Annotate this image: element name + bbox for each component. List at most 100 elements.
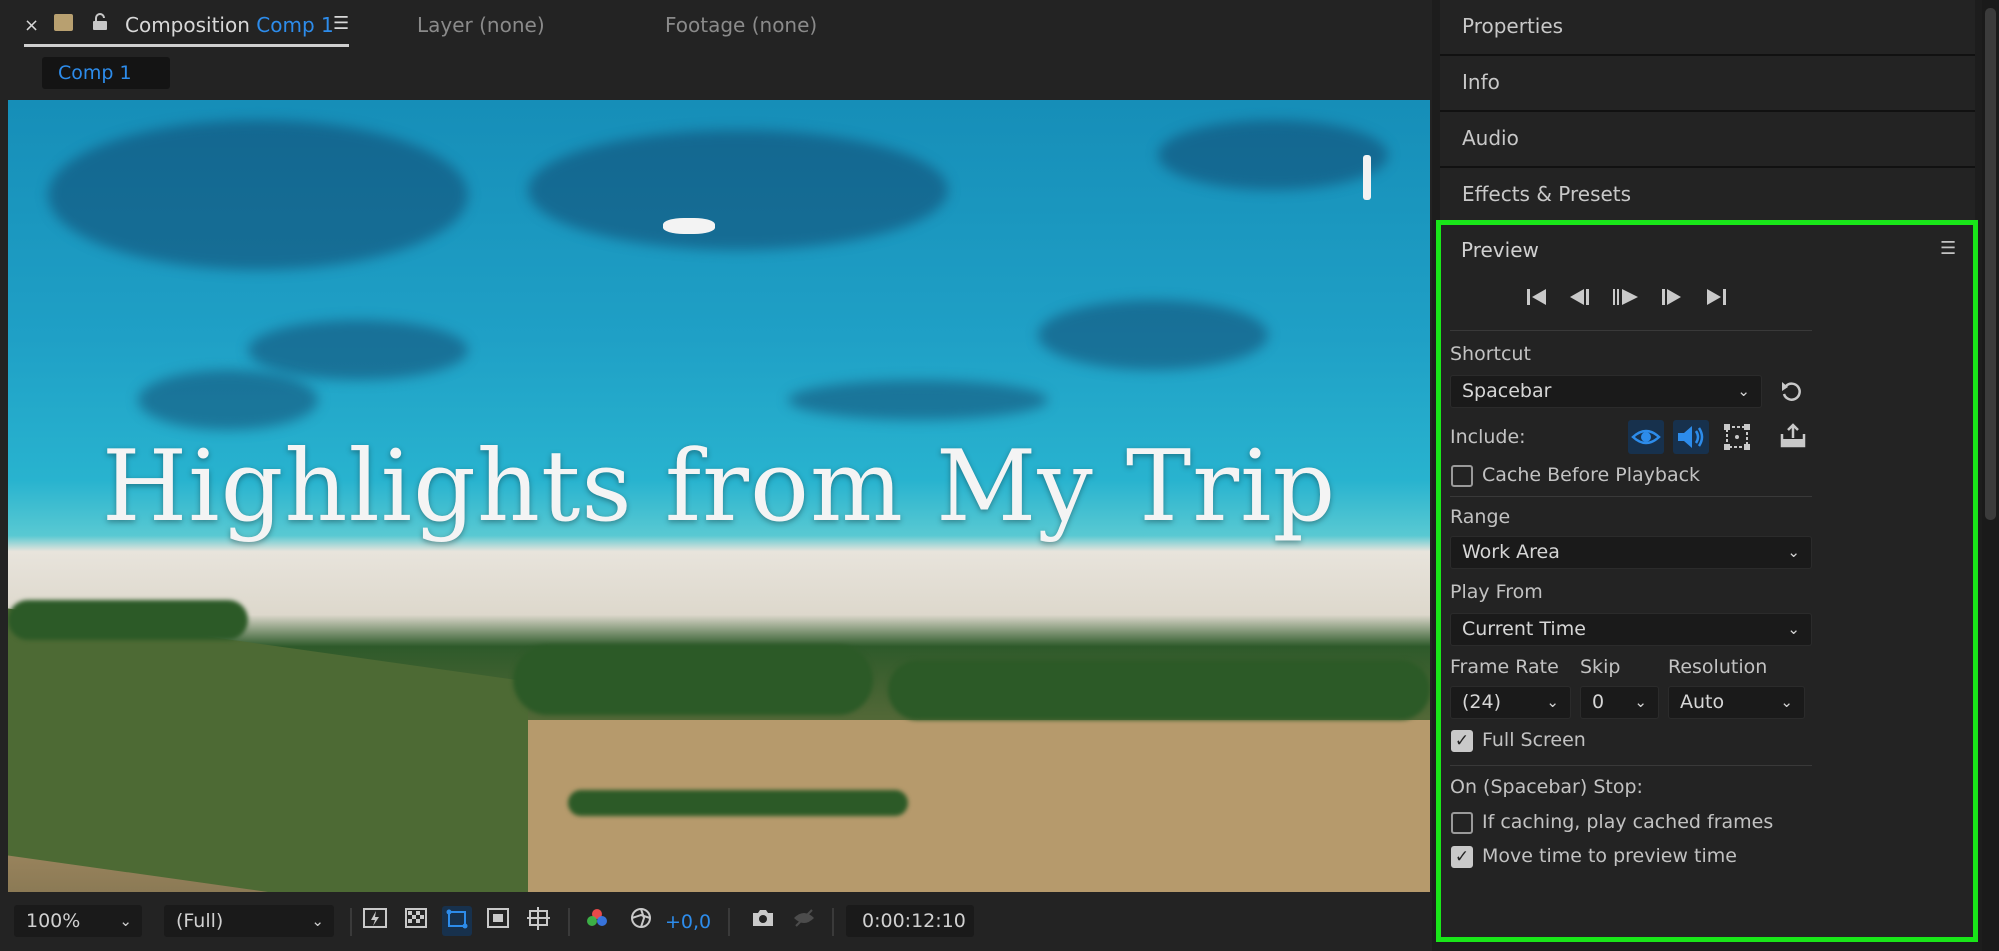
panel-title: Info (1462, 70, 1500, 94)
composition-viewer[interactable]: Highlights from My Trip (8, 100, 1430, 892)
panel-title: Audio (1462, 126, 1519, 150)
magnification-dropdown[interactable]: 100% ⌄ (14, 905, 142, 937)
tree-line (513, 645, 873, 715)
color-management-icon[interactable] (626, 906, 656, 936)
full-screen-checkbox[interactable]: ✓ (1451, 730, 1473, 752)
reef-shadow (1038, 300, 1268, 370)
include-overlays-icon[interactable] (1722, 422, 1752, 456)
play-from-value: Current Time (1462, 618, 1586, 640)
resolution-dropdown[interactable]: Auto ⌄ (1668, 686, 1805, 719)
reef-shadow (788, 380, 1048, 420)
channel-rgb-icon[interactable] (582, 906, 612, 936)
composition-tab-name: Comp 1 (256, 13, 334, 37)
if-caching-checkbox[interactable] (1451, 812, 1473, 834)
mask-visibility-icon[interactable] (442, 906, 472, 936)
tree-line (888, 660, 1430, 720)
info-panel-header[interactable]: Info (1440, 56, 1975, 112)
play-from-label: Play From (1450, 581, 1543, 603)
reef-shadow (528, 130, 948, 250)
composition-tab-bar: × Composition Comp 1 ☰ Layer (none) Foot… (0, 0, 1432, 50)
tab-footage[interactable]: Footage (none) (665, 13, 817, 37)
full-screen-label: Full Screen (1482, 729, 1586, 751)
divider (1450, 330, 1812, 331)
export-icon[interactable] (1779, 422, 1807, 454)
chevron-down-icon: ⌄ (119, 912, 132, 930)
tab-composition[interactable]: Composition Comp 1 (125, 13, 334, 37)
boat (663, 218, 715, 234)
cache-before-playback-checkbox[interactable] (1451, 465, 1473, 487)
resolution-dropdown[interactable]: (Full) ⌄ (164, 905, 334, 937)
tree-line (568, 790, 908, 816)
preview-panel-title: Preview (1461, 238, 1539, 262)
chevron-down-icon: ⌄ (1780, 693, 1793, 711)
frame-rate-label: Frame Rate (1450, 656, 1559, 678)
region-of-interest-icon[interactable] (483, 906, 513, 936)
current-time-display[interactable]: 0:00:12:10 (846, 905, 974, 937)
close-icon[interactable]: × (24, 15, 39, 36)
fast-previews-icon[interactable] (360, 906, 390, 936)
shortcut-label: Shortcut (1450, 343, 1531, 365)
shortcut-dropdown[interactable]: Spacebar ⌄ (1450, 375, 1762, 408)
effects-presets-panel-header[interactable]: Effects & Presets (1440, 168, 1975, 224)
chevron-down-icon: ⌄ (1546, 693, 1559, 711)
composition-tab-label: Composition (125, 13, 250, 37)
include-label: Include: (1450, 426, 1526, 448)
reef-shadow (248, 320, 468, 380)
tree-line (8, 600, 248, 640)
chevron-down-icon: ⌄ (1634, 693, 1647, 711)
play-from-dropdown[interactable]: Current Time ⌄ (1450, 613, 1812, 646)
panel-title: Properties (1462, 14, 1564, 38)
first-frame-icon[interactable] (1524, 286, 1550, 314)
transparency-grid-icon[interactable] (401, 906, 431, 936)
composition-color-icon (54, 14, 73, 31)
skip-label: Skip (1580, 656, 1621, 678)
cache-before-playback-label: Cache Before Playback (1482, 464, 1701, 486)
grid-guides-icon[interactable] (524, 906, 554, 936)
properties-panel-header[interactable]: Properties (1440, 0, 1975, 56)
play-icon[interactable] (1611, 286, 1641, 314)
lock-icon[interactable] (92, 13, 108, 31)
title-text-layer[interactable]: Highlights from My Trip (8, 430, 1430, 544)
previous-frame-icon[interactable] (1567, 286, 1593, 314)
comp-breadcrumb[interactable]: Comp 1 (42, 57, 170, 89)
on-stop-label: On (Spacebar) Stop: (1450, 776, 1643, 798)
resolution-label: Resolution (1668, 656, 1768, 678)
resolution-value: Auto (1680, 691, 1725, 713)
divider (1450, 765, 1812, 766)
last-frame-icon[interactable] (1703, 286, 1729, 314)
reef-shadow (48, 120, 468, 270)
panel-title: Effects & Presets (1462, 182, 1632, 206)
divider (832, 908, 834, 936)
chevron-down-icon: ⌄ (311, 912, 324, 930)
green-field (8, 608, 528, 892)
tab-menu-icon[interactable]: ☰ (333, 13, 349, 34)
sailboat (1363, 155, 1371, 200)
timecode-value: 0:00:12:10 (862, 910, 966, 932)
audio-panel-header[interactable]: Audio (1440, 112, 1975, 168)
shortcut-value: Spacebar (1462, 380, 1552, 402)
range-dropdown[interactable]: Work Area ⌄ (1450, 536, 1812, 569)
exposure-value[interactable]: +0,0 (665, 911, 711, 933)
move-time-checkbox[interactable]: ✓ (1451, 846, 1473, 868)
include-audio-icon[interactable] (1673, 420, 1709, 454)
composition-panel: × Composition Comp 1 ☰ Layer (none) Foot… (0, 0, 1432, 951)
frame-rate-dropdown[interactable]: (24) ⌄ (1450, 686, 1571, 719)
preview-menu-icon[interactable]: ☰ (1940, 238, 1956, 259)
magnification-value: 100% (26, 910, 81, 932)
divider (568, 908, 570, 936)
composition-navigator-bar (0, 50, 1432, 98)
include-video-icon[interactable] (1628, 420, 1664, 454)
divider (728, 908, 730, 936)
show-snapshot-icon[interactable] (789, 906, 819, 936)
reef-shadow (138, 370, 318, 430)
scrollbar-thumb[interactable] (1985, 8, 1996, 520)
camera-snapshot-icon[interactable] (748, 906, 778, 936)
active-tab-underline (24, 44, 349, 47)
chevron-down-icon: ⌄ (1787, 620, 1800, 638)
reset-icon[interactable] (1779, 380, 1805, 408)
next-frame-icon[interactable] (1658, 286, 1684, 314)
frame-rate-value: (24) (1462, 691, 1502, 713)
skip-dropdown[interactable]: 0 ⌄ (1580, 686, 1659, 719)
tab-layer[interactable]: Layer (none) (417, 13, 545, 37)
resolution-value: (Full) (176, 910, 224, 932)
